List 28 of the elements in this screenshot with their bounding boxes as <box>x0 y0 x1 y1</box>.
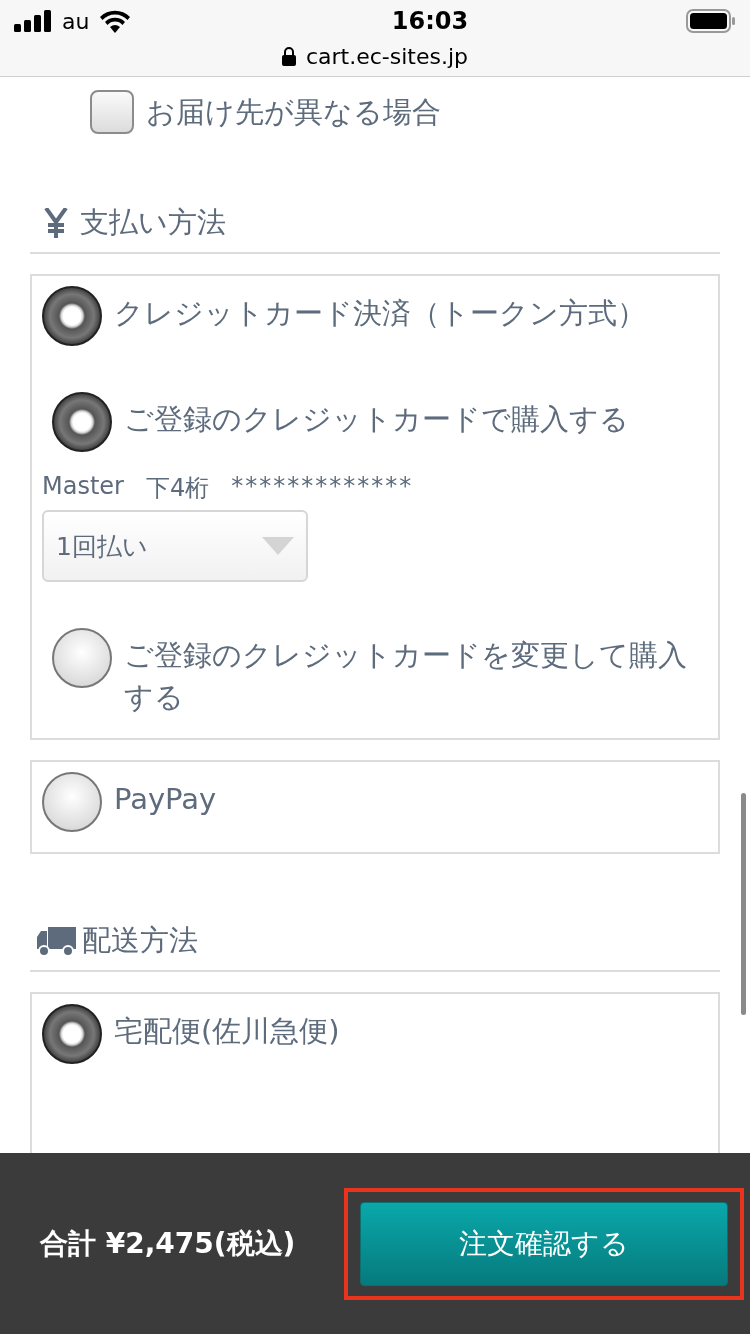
wifi-icon <box>99 9 132 33</box>
last-digits-label: 下4桁 <box>145 473 210 504</box>
card-option-label: ご登録のクレジットカードを変更して購入する <box>124 637 688 717</box>
battery-icon <box>686 9 736 33</box>
lock-icon <box>281 47 296 66</box>
section-title: 配送方法 <box>82 922 198 960</box>
signal-icon <box>14 10 52 32</box>
checkbox-label: お届け先が異なる場合 <box>146 93 441 131</box>
truck-icon <box>36 925 78 958</box>
payment-method-label: クレジットカード決済（トークン方式） <box>114 295 646 332</box>
section-title: 支払い方法 <box>80 204 226 241</box>
radio-button[interactable] <box>52 392 112 452</box>
radio-button[interactable] <box>52 628 112 688</box>
payment-method-label: PayPay <box>114 781 217 819</box>
confirm-order-button[interactable]: 注文確認する <box>360 1201 728 1286</box>
card-brand: Master <box>42 472 124 502</box>
installments-select[interactable]: 1回払い <box>42 510 308 582</box>
order-total: 合計 ¥2,475(税込) <box>40 1225 296 1262</box>
dropdown-arrow-icon <box>262 537 294 555</box>
radio-button[interactable] <box>42 286 102 346</box>
card-number: ************* <box>231 472 414 502</box>
yen-icon <box>44 208 68 238</box>
clock-time: 16:03 <box>391 7 469 35</box>
carrier-name: au <box>62 8 90 34</box>
delivery-method-label: 宅配便(佐川急便) <box>114 1013 340 1051</box>
url-text[interactable]: cart.ec-sites.jp <box>305 44 469 69</box>
card-option-label: ご登録のクレジットカードで購入する <box>124 401 629 438</box>
checkbox[interactable] <box>90 90 134 134</box>
